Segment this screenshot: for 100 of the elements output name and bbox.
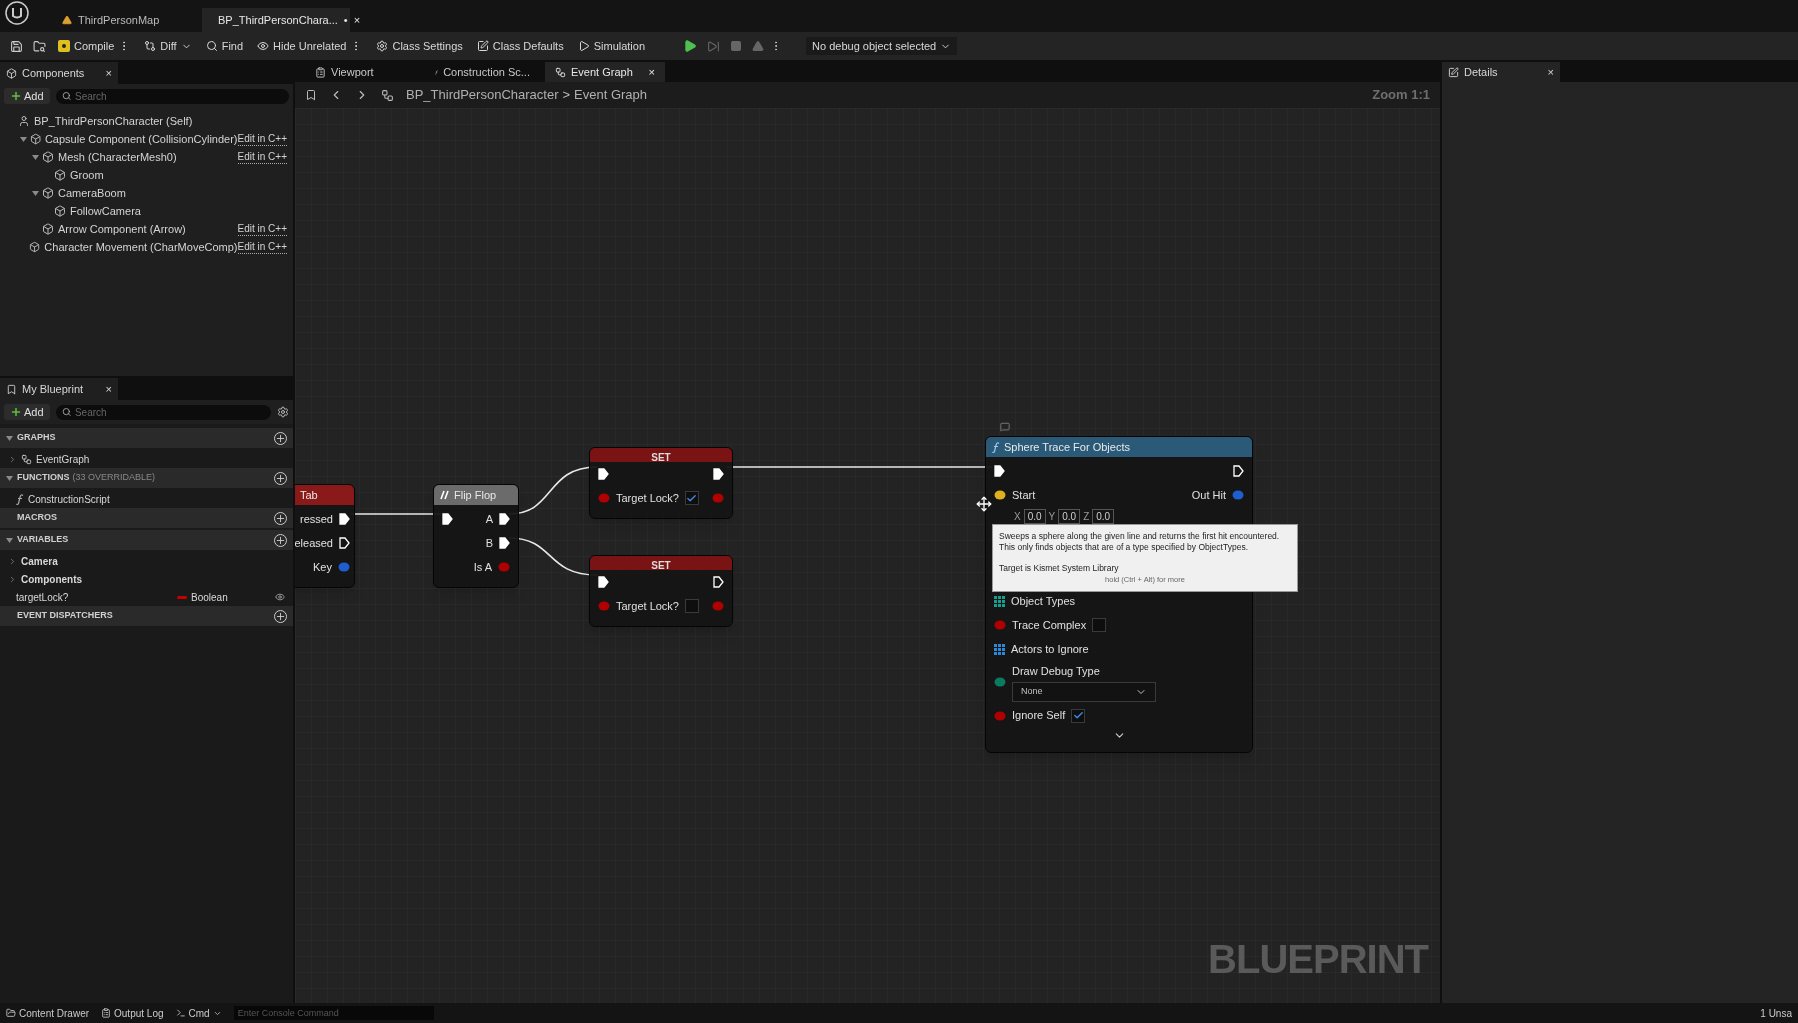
section-header[interactable]: FUNCTIONS (33 OVERRIDABLE)	[0, 468, 293, 488]
component-row[interactable]: FollowCamera	[0, 202, 293, 220]
edit-link[interactable]: Edit in C++	[237, 240, 287, 254]
expanded-arrow-icon[interactable]	[6, 474, 13, 482]
editor-tab[interactable]: Construction Sc...	[425, 62, 545, 82]
editor-tab[interactable]: Event Graph ×	[545, 62, 665, 82]
checkbox[interactable]	[1092, 618, 1107, 632]
section-header[interactable]: EVENT DISPATCHERS	[0, 606, 293, 626]
exec-pin-icon[interactable]	[598, 576, 609, 588]
pin-label: Trace Complex	[1012, 617, 1087, 633]
cmd-dropdown[interactable]: Cmd	[175, 1005, 222, 1021]
browse-icon[interactable]	[33, 39, 46, 53]
section-header[interactable]: GRAPHS	[0, 428, 293, 448]
graph-node[interactable]: SET Target Lock?	[589, 555, 733, 627]
graph-icon	[381, 88, 394, 102]
component-row[interactable]: Mesh (CharacterMesh0) Edit in C++	[0, 148, 293, 166]
component-row[interactable]: Character Movement (CharMoveComp)Edit in C++	[0, 238, 293, 256]
stop-icon[interactable]	[730, 40, 743, 52]
edit-link[interactable]: Edit in C++	[237, 222, 287, 236]
document-tab[interactable]: ThirdPersonMap	[52, 8, 202, 32]
exec-pin-icon[interactable]	[713, 576, 724, 588]
play-button[interactable]	[683, 39, 698, 53]
component-row[interactable]: BP_ThirdPersonCharacter (Self)	[0, 112, 293, 130]
toolbar-button[interactable]: Class Defaults	[470, 34, 570, 58]
array-pin-icon[interactable]	[994, 595, 1005, 607]
blueprint-item[interactable]: EventGraph	[0, 450, 293, 468]
number-field[interactable]: 0.0	[1058, 508, 1081, 524]
exec-pin-icon[interactable]	[499, 537, 510, 549]
panel-tab[interactable]: Components ×	[0, 62, 118, 84]
enum-dropdown[interactable]: None	[1012, 681, 1156, 702]
close-button[interactable]: ×	[105, 380, 112, 398]
checkbox[interactable]	[685, 491, 699, 505]
toolbar-button[interactable]: Simulation	[571, 34, 652, 58]
exec-pin-icon[interactable]	[1233, 465, 1244, 477]
exec-pin-icon[interactable]	[713, 468, 724, 480]
component-row[interactable]: CameraBoom	[0, 184, 293, 202]
eject-icon[interactable]	[752, 40, 765, 52]
node-title: Tab	[300, 487, 318, 503]
graph-node[interactable]: Flip Flop A B Is A	[433, 484, 519, 588]
array-pin-icon[interactable]	[994, 643, 1005, 655]
add-button[interactable]: Add	[4, 404, 50, 420]
data-pin-icon[interactable]	[994, 490, 1006, 500]
content-drawer-button[interactable]: Content Drawer	[6, 1005, 90, 1021]
unsaved-status[interactable]: 1 Unsa	[1760, 1005, 1792, 1021]
debug-object-dropdown[interactable]: No debug object selected	[806, 37, 958, 55]
item-label: ConstructionScript	[28, 492, 110, 507]
pin-label: Target Lock?	[616, 490, 679, 506]
toolbar-button[interactable]: Diff	[138, 34, 198, 58]
close-button[interactable]: ×	[648, 63, 655, 81]
exec-pin-icon[interactable]	[339, 537, 350, 549]
blueprint-item[interactable]: Camera	[0, 552, 293, 570]
console-input[interactable]: Enter Console Command	[233, 1006, 434, 1020]
breadcrumb-item[interactable]: BP_ThirdPersonCharacter	[406, 85, 559, 105]
add-button[interactable]: Add	[4, 88, 50, 104]
exec-pin-icon[interactable]	[994, 465, 1005, 477]
edit-link[interactable]: Edit in C++	[237, 132, 287, 146]
blueprint-item[interactable]: ConstructionScript	[0, 490, 293, 508]
graph-node[interactable]: SET Target Lock?	[589, 447, 733, 519]
expanded-arrow-icon[interactable]	[32, 153, 39, 161]
toolbar-button[interactable]: Class Settings	[370, 34, 469, 58]
number-field[interactable]: 0.0	[1023, 508, 1046, 524]
exec-pin-icon[interactable]	[339, 513, 350, 525]
toolbar-button[interactable]: Compile	[52, 34, 137, 58]
editor-tab[interactable]: Viewport	[305, 62, 425, 82]
folder-icon	[6, 1008, 16, 1018]
visibility-icon[interactable]	[275, 592, 285, 602]
toolbar-button[interactable]: Hide Unrelated	[251, 34, 369, 58]
graph-node[interactable]: Tab ressed eleased Key	[295, 484, 355, 588]
component-row[interactable]: Capsule Component (CollisionCylinder)Edit in C++	[0, 130, 293, 148]
expanded-arrow-icon[interactable]	[20, 135, 27, 143]
expanded-arrow-icon[interactable]	[6, 536, 13, 544]
bookmark-icon[interactable]	[305, 89, 317, 101]
exec-pin-icon[interactable]	[499, 513, 510, 525]
panel-tab[interactable]: My Blueprint ×	[0, 378, 118, 400]
expanded-arrow-icon[interactable]	[6, 434, 13, 442]
section-header[interactable]: VARIABLES	[0, 530, 293, 550]
close-button[interactable]: ×	[353, 11, 361, 29]
axis-label: X	[1014, 509, 1021, 524]
breadcrumb-item[interactable]: Event Graph	[574, 85, 648, 105]
section-header[interactable]: MACROS	[0, 508, 293, 528]
blueprint-item[interactable]: targetLock? Boolean	[0, 588, 293, 606]
component-row[interactable]: Groom	[0, 166, 293, 184]
component-row[interactable]: Arrow Component (Arrow) Edit in C++	[0, 220, 293, 238]
toolbar-button[interactable]: Find	[199, 34, 250, 58]
blueprint-item[interactable]: Components	[0, 570, 293, 588]
graph-canvas[interactable]	[295, 108, 1440, 1003]
close-button[interactable]: ×	[1547, 63, 1554, 81]
step-icon[interactable]	[707, 39, 721, 53]
number-field[interactable]: 0.0	[1092, 508, 1115, 524]
close-button[interactable]: ×	[105, 64, 112, 82]
exec-pin-icon[interactable]	[442, 513, 453, 525]
checkbox[interactable]	[1071, 708, 1086, 723]
panel-tab[interactable]: Details ×	[1442, 62, 1560, 82]
output-log-button[interactable]: Output Log	[101, 1005, 164, 1021]
edit-link[interactable]: Edit in C++	[237, 150, 287, 164]
save-icon[interactable]	[10, 39, 23, 53]
checkbox[interactable]	[685, 599, 699, 613]
settings-icon[interactable]	[277, 406, 289, 418]
exec-pin-icon[interactable]	[598, 468, 609, 480]
expanded-arrow-icon[interactable]	[32, 189, 39, 197]
